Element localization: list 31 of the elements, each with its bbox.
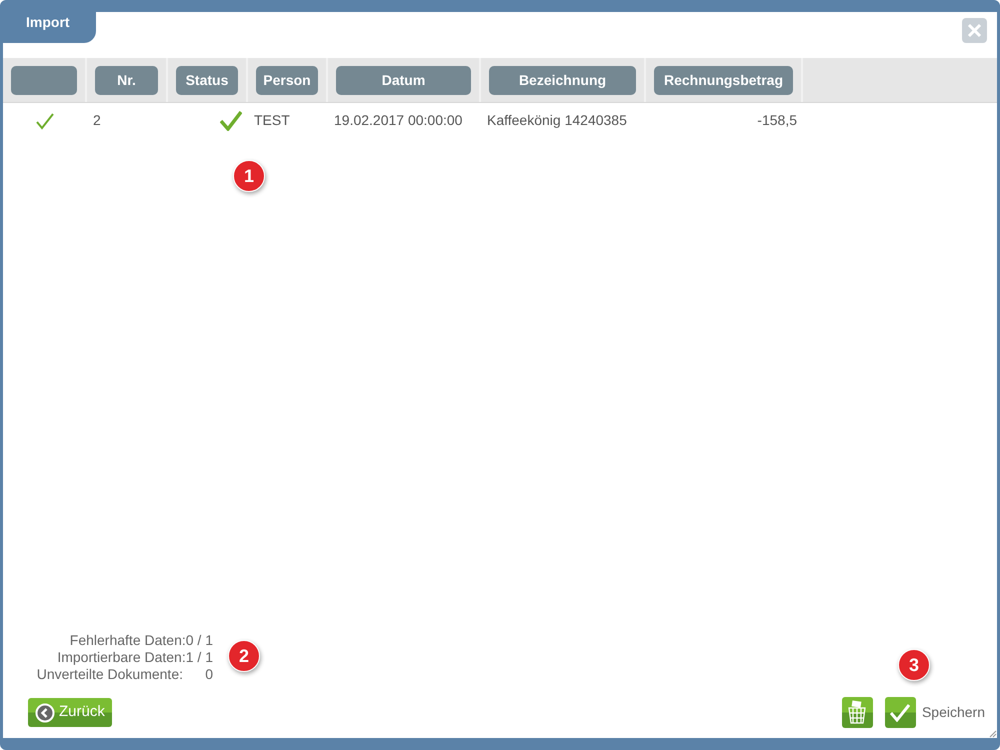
callout-marker: 3 [898, 649, 930, 681]
save-button[interactable]: Speichern [884, 697, 985, 728]
chevron-left-icon [35, 702, 55, 722]
callout-marker: 1 [233, 160, 265, 192]
table-cell: 19.02.2017 00:00:00 [334, 112, 462, 128]
column-header[interactable]: Bezeichnung [489, 66, 636, 94]
close-icon [967, 23, 982, 38]
summary-value: 1 / 1 [186, 649, 213, 666]
column-header[interactable]: Person [256, 66, 318, 94]
summary-label: Importierbare Daten: [57, 649, 186, 666]
table-cell: 2 [93, 112, 101, 128]
trash-icon [846, 700, 868, 724]
table-cell: Kaffeekönig 14240385 [487, 112, 627, 128]
trash-button[interactable] [842, 697, 873, 728]
column-header[interactable]: Nr. [95, 66, 158, 94]
summary-value: 0 / 1 [186, 632, 213, 649]
column-header[interactable]: Datum [336, 66, 471, 94]
column-header[interactable]: Status [176, 66, 238, 94]
check-icon[interactable] [36, 112, 54, 130]
table-cell: -158,5 [757, 112, 797, 128]
table-cell: TEST [254, 112, 290, 128]
summary-label: Unverteilte Dokumente: [36, 666, 183, 683]
close-button[interactable] [962, 18, 987, 43]
back-button[interactable]: Zurück [28, 698, 112, 727]
column-header[interactable]: Rechnungsbetrag [654, 66, 793, 94]
resize-grip-icon[interactable] [989, 730, 997, 738]
column-header[interactable] [11, 66, 77, 94]
callout-marker: 2 [228, 640, 260, 672]
summary-label: Fehlerhafte Daten: [70, 632, 186, 649]
check-icon [890, 704, 910, 722]
summary-value: 0 [204, 666, 213, 683]
